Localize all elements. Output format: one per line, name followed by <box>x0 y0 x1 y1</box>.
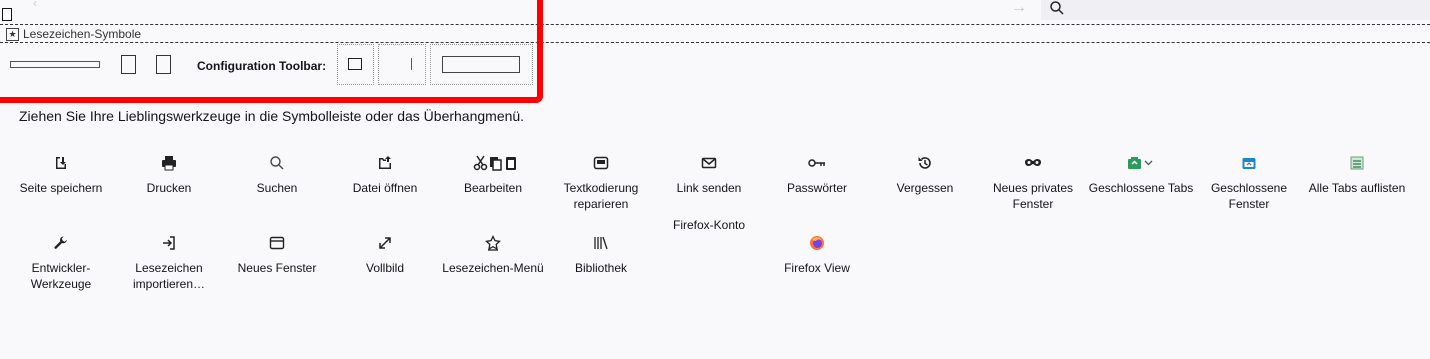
separator <box>411 58 412 70</box>
text-encoding-icon <box>581 155 621 173</box>
tool-import-bookmarks[interactable]: Lesezeichen importieren… <box>114 235 224 292</box>
history-forget-icon <box>905 155 945 173</box>
import-icon <box>149 235 189 253</box>
tool-closed-tabs[interactable]: Geschlossene Tabs <box>1086 155 1196 196</box>
library-icon <box>581 235 621 253</box>
tool-fullscreen[interactable]: Vollbild <box>330 235 440 276</box>
tool-private-window[interactable]: Neues privates Fenster <box>978 155 1088 212</box>
toolbar-slot[interactable] <box>121 55 136 74</box>
open-file-icon <box>365 155 405 173</box>
toolbar-placeholder[interactable] <box>2 8 12 21</box>
tool-developer-tools[interactable]: Entwickler-Werkzeuge <box>6 235 116 292</box>
tool-forget[interactable]: Vergessen <box>870 155 980 196</box>
tool-list-all-tabs[interactable]: Alle Tabs auflisten <box>1302 155 1412 196</box>
tool-firefox-account[interactable]: Firefox-Konto <box>654 210 764 233</box>
mail-icon <box>689 155 729 173</box>
url-bar[interactable] <box>1041 0 1430 20</box>
forward-arrow-icon[interactable]: → <box>1008 0 1030 18</box>
bookmark-menu-icon <box>473 235 513 253</box>
tool-print[interactable]: Drucken <box>114 155 224 196</box>
customize-hint: Ziehen Sie Ihre Lieblingswerkzeuge in di… <box>19 108 525 124</box>
search-icon <box>257 155 297 173</box>
tool-send-link[interactable]: Link senden <box>654 155 764 196</box>
tool-bookmarks-menu[interactable]: Lesezeichen-Menü <box>438 235 548 276</box>
search-icon <box>1048 0 1066 16</box>
closed-tabs-icon <box>1121 155 1161 173</box>
tool-closed-windows[interactable]: Geschlossene Fenster <box>1194 155 1304 212</box>
tool-library[interactable]: Bibliothek <box>546 235 656 276</box>
toolbar-slot[interactable] <box>378 44 426 85</box>
toolbar-item[interactable] <box>348 58 362 70</box>
cut-copy-paste-icon <box>473 155 516 173</box>
tool-text-encoding[interactable]: Textkodierung reparieren <box>546 155 656 212</box>
key-icon <box>797 155 837 173</box>
printer-icon <box>149 155 189 173</box>
save-page-icon <box>41 155 81 173</box>
config-toolbar-label: Configuration Toolbar: <box>197 59 327 73</box>
tool-new-window[interactable]: Neues Fenster <box>222 235 332 276</box>
tool-passwords[interactable]: Passwörter <box>762 155 872 196</box>
tool-open-file[interactable]: Datei öffnen <box>330 155 440 196</box>
bookmarks-toolbar-label: Lesezeichen-Symbole <box>23 27 142 41</box>
tool-edit[interactable]: Bearbeiten <box>438 155 548 196</box>
toolbar-slot[interactable] <box>156 55 171 74</box>
bookmarks-toolbar[interactable]: ★ Lesezeichen-Symbole <box>6 27 141 41</box>
new-window-icon <box>257 235 297 253</box>
wrench-icon <box>41 235 81 253</box>
toolbar-separator <box>0 42 1430 43</box>
account-label: Firefox-Konto <box>672 218 746 232</box>
back-arrow-icon[interactable]: ‹ <box>33 0 37 10</box>
flexible-space[interactable] <box>10 61 100 68</box>
toolbar-item[interactable] <box>442 56 520 73</box>
tool-firefox-view[interactable]: Firefox View <box>762 235 872 276</box>
tool-save-page[interactable]: Seite speichern <box>6 155 116 196</box>
fullscreen-icon <box>365 235 405 253</box>
closed-windows-icon <box>1229 155 1269 173</box>
private-mask-icon <box>1013 155 1053 173</box>
tool-search[interactable]: Suchen <box>222 155 332 196</box>
firefox-view-icon <box>797 235 837 253</box>
toolbar-separator <box>0 24 1430 25</box>
list-tabs-icon <box>1337 155 1377 173</box>
star-icon: ★ <box>6 27 19 41</box>
